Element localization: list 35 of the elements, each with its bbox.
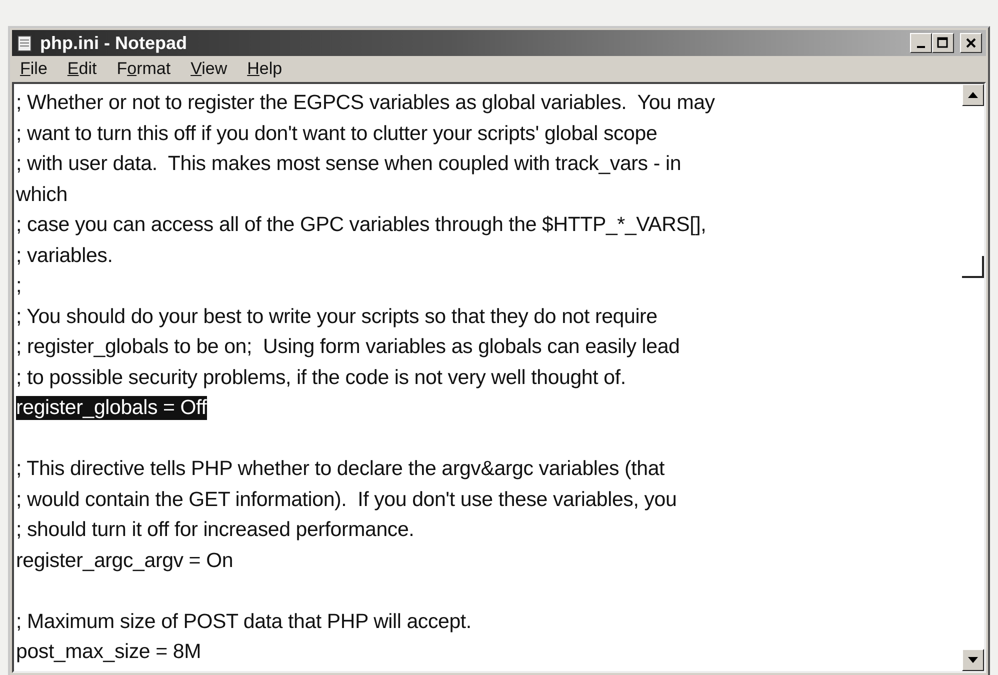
scroll-thumb[interactable] [962,256,984,278]
text-line: ; register_globals to be on; Using form variables as globals can easily lead [16,335,680,360]
minimize-icon [917,46,925,48]
text-line: ; Whether or not to register the EGPCS variables as global variables. You may [16,91,715,116]
down-arrow-icon [968,657,978,663]
scroll-up-button[interactable] [962,84,984,106]
menu-item[interactable]: File [18,59,50,79]
text-line: ; case you can access all of the GPC variables through the $HTTP_*_VARS[], [16,213,706,238]
menu-item[interactable]: Format [114,59,173,79]
text-line: ; to possible security problems, if the code is not very well thought of. [16,366,626,390]
vertical-scrollbar[interactable] [962,84,984,671]
menu-item[interactable]: Help [245,59,284,79]
minimize-button[interactable] [910,33,932,53]
close-button[interactable] [960,33,982,53]
maximize-icon [937,37,949,49]
close-icon [965,37,977,49]
menu-item[interactable]: View [188,59,230,79]
menu-item[interactable]: Edit [65,59,99,79]
text-line: post_max_size = 8M [16,640,201,664]
up-arrow-icon [968,92,978,98]
maximize-button[interactable] [932,33,954,53]
text-line: ; You should do your best to write your scripts so that they do not require [16,304,658,329]
text-line: ; would contain the GET information). If you don't use these variables, you [16,488,677,512]
text-line: ; This directive tells PHP whether to declare the argv&argc variables (that [16,457,665,482]
text-line: ; Maximum size of POST data that PHP will accept. [16,610,472,634]
text-line: ; want to turn this off if you don't want to clutter your scripts' global scope [16,122,658,146]
scroll-down-button[interactable] [962,649,984,671]
window-title: php.ini - Notepad [40,32,188,54]
text-line: ; should turn it off for increased performance. [16,518,414,542]
text-line: which [16,182,68,207]
text-line: ; variables. [16,244,113,268]
notepad-icon [16,34,34,52]
text-line: register_argc_argv = On [16,548,234,573]
text-line: ; [16,274,22,298]
text-line: ; with user data. This makes most sense when coupled with track_vars - in [16,152,682,176]
